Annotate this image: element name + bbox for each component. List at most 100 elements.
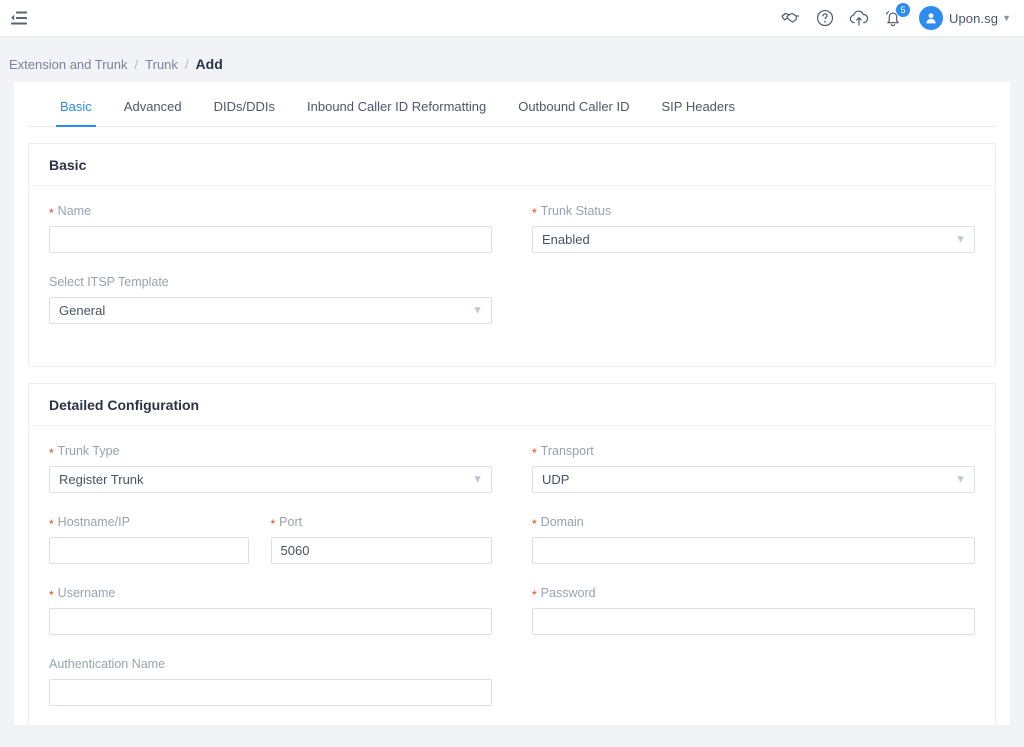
required-marker: * xyxy=(49,207,54,219)
chevron-down-icon: ▼ xyxy=(472,474,483,485)
basic-col-right-2 xyxy=(512,273,975,338)
authentication-name-input[interactable] xyxy=(49,679,492,706)
detailed-col-left-3: * Username xyxy=(49,584,512,649)
hostname-label-text: Hostname/IP xyxy=(58,515,130,529)
basic-col-right: * Trunk Status Enabled ▼ xyxy=(512,202,975,267)
name-label: * Name xyxy=(49,202,492,219)
chevron-down-icon: ▼ xyxy=(1002,13,1011,23)
port-label-text: Port xyxy=(279,515,302,529)
password-input[interactable] xyxy=(532,608,975,635)
required-marker: * xyxy=(49,518,54,530)
required-marker: * xyxy=(49,589,54,601)
username-label-text: Username xyxy=(58,586,116,600)
password-field-group: * Password xyxy=(532,584,975,635)
detailed-row-3: * Username * Password xyxy=(49,584,975,649)
transport-select[interactable]: UDP ▼ xyxy=(532,466,975,493)
username-field-group: * Username xyxy=(49,584,492,635)
tab-advanced[interactable]: Advanced xyxy=(108,99,198,126)
username-label: * Username xyxy=(49,584,492,601)
trunk-status-label: * Trunk Status xyxy=(532,202,975,219)
breadcrumb-item-trunk[interactable]: Trunk xyxy=(145,57,178,72)
notification-badge: 5 xyxy=(896,3,910,17)
transport-value: UDP xyxy=(542,472,569,487)
trunk-status-value: Enabled xyxy=(542,232,590,247)
detailed-row-4: Authentication Name xyxy=(49,655,975,720)
tab-basic[interactable]: Basic xyxy=(44,99,108,126)
username-input[interactable] xyxy=(49,608,492,635)
itsp-template-select[interactable]: General ▼ xyxy=(49,297,492,324)
name-field-group: * Name xyxy=(49,202,492,253)
top-bar-actions: 5 Upon.sg ▼ xyxy=(781,6,1011,30)
password-label-text: Password xyxy=(541,586,596,600)
detailed-configuration-body: * Trunk Type Register Trunk ▼ * Transp xyxy=(29,426,995,725)
basic-row-2: Select ITSP Template General ▼ xyxy=(49,273,975,338)
detailed-col-right-1: * Transport UDP ▼ xyxy=(512,442,975,507)
top-bar: 5 Upon.sg ▼ xyxy=(0,0,1024,37)
detailed-row-2: * Hostname/IP * Port xyxy=(49,513,975,578)
trunk-status-label-text: Trunk Status xyxy=(541,204,611,218)
trunk-type-select[interactable]: Register Trunk ▼ xyxy=(49,466,492,493)
trunk-type-value: Register Trunk xyxy=(59,472,144,487)
detailed-col-left-1: * Trunk Type Register Trunk ▼ xyxy=(49,442,512,507)
help-circle-icon[interactable] xyxy=(815,8,835,28)
hostname-field-group: * Hostname/IP xyxy=(49,513,249,564)
chevron-down-icon: ▼ xyxy=(472,305,483,316)
required-marker: * xyxy=(532,447,537,459)
detailed-row-1: * Trunk Type Register Trunk ▼ * Transp xyxy=(49,442,975,507)
trunk-type-label: * Trunk Type xyxy=(49,442,492,459)
detailed-col-right-3: * Password xyxy=(512,584,975,649)
trunk-type-field-group: * Trunk Type Register Trunk ▼ xyxy=(49,442,492,493)
password-label: * Password xyxy=(532,584,975,601)
domain-input[interactable] xyxy=(532,537,975,564)
port-label: * Port xyxy=(271,513,493,530)
required-marker: * xyxy=(532,207,537,219)
detailed-col-right-4 xyxy=(512,655,975,720)
user-avatar-icon xyxy=(919,6,943,30)
basic-row-1: * Name * Trunk Status Enabled xyxy=(49,202,975,267)
required-marker: * xyxy=(532,518,537,530)
authentication-name-label: Authentication Name xyxy=(49,655,492,672)
port-input[interactable] xyxy=(271,537,493,564)
tab-bar: Basic Advanced DIDs/DDIs Inbound Caller … xyxy=(28,82,996,127)
name-label-text: Name xyxy=(58,204,91,218)
breadcrumb-separator: / xyxy=(185,57,189,72)
breadcrumb: Extension and Trunk / Trunk / Add xyxy=(0,46,1024,82)
port-field-group: * Port xyxy=(271,513,493,564)
chevron-down-icon: ▼ xyxy=(955,474,966,485)
domain-label-text: Domain xyxy=(541,515,584,529)
tab-inbound-caller-id-reformatting[interactable]: Inbound Caller ID Reformatting xyxy=(291,99,502,126)
tab-dids-ddis[interactable]: DIDs/DDIs xyxy=(198,99,291,126)
cloud-upload-icon[interactable] xyxy=(849,8,869,28)
trunk-status-field-group: * Trunk Status Enabled ▼ xyxy=(532,202,975,253)
required-marker: * xyxy=(532,589,537,601)
itsp-template-label: Select ITSP Template xyxy=(49,273,492,290)
itsp-template-value: General xyxy=(59,303,105,318)
basic-col-left: * Name xyxy=(49,202,512,267)
required-marker: * xyxy=(49,447,54,459)
trunk-type-label-text: Trunk Type xyxy=(58,444,120,458)
detailed-col-right-2: * Domain xyxy=(512,513,975,578)
basic-card-body: * Name * Trunk Status Enabled xyxy=(29,186,995,366)
detailed-configuration-title: Detailed Configuration xyxy=(29,384,995,426)
detailed-col-left-2: * Hostname/IP * Port xyxy=(49,513,512,578)
itsp-template-label-text: Select ITSP Template xyxy=(49,275,169,289)
alarm-bell-icon[interactable]: 5 xyxy=(883,8,903,28)
handshake-icon[interactable] xyxy=(781,8,801,28)
basic-col-left-2: Select ITSP Template General ▼ xyxy=(49,273,512,338)
breadcrumb-item-extension-and-trunk[interactable]: Extension and Trunk xyxy=(9,57,128,72)
tab-outbound-caller-id[interactable]: Outbound Caller ID xyxy=(502,99,645,126)
tab-sip-headers[interactable]: SIP Headers xyxy=(646,99,751,126)
transport-label-text: Transport xyxy=(541,444,594,458)
name-input[interactable] xyxy=(49,226,492,253)
hostname-half: * Hostname/IP xyxy=(49,513,271,578)
menu-fold-icon[interactable] xyxy=(8,7,30,29)
hostname-input[interactable] xyxy=(49,537,249,564)
trunk-status-select[interactable]: Enabled ▼ xyxy=(532,226,975,253)
authentication-name-field-group: Authentication Name xyxy=(49,655,492,706)
transport-field-group: * Transport UDP ▼ xyxy=(532,442,975,493)
itsp-template-field-group: Select ITSP Template General ▼ xyxy=(49,273,492,324)
authentication-name-label-text: Authentication Name xyxy=(49,657,165,671)
hostname-label: * Hostname/IP xyxy=(49,513,249,530)
domain-label: * Domain xyxy=(532,513,975,530)
user-menu[interactable]: Upon.sg ▼ xyxy=(919,6,1011,30)
